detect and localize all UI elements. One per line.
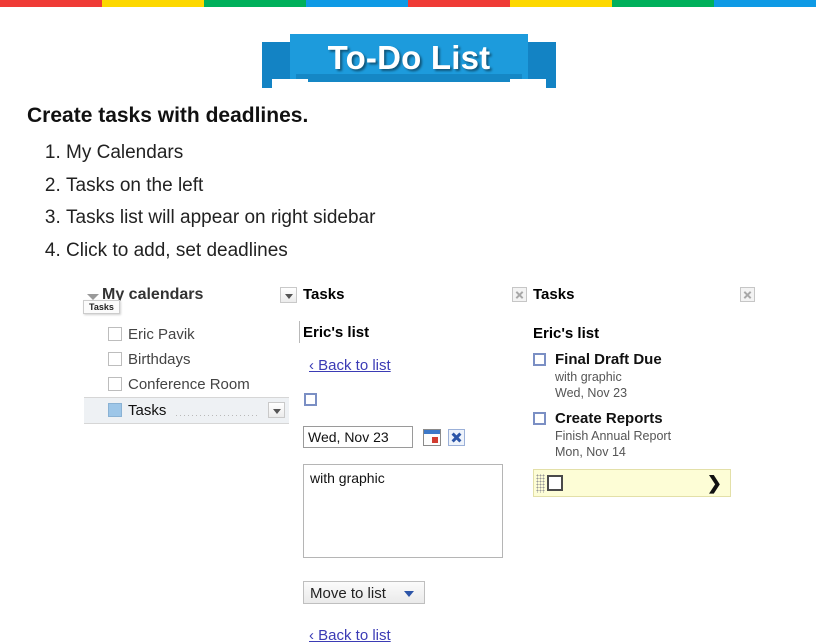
calendar-color-swatch[interactable] bbox=[108, 403, 122, 417]
calendar-name: Birthdays bbox=[128, 351, 191, 368]
task-note: Finish Annual Report bbox=[555, 428, 733, 444]
row-dotted-separator bbox=[176, 415, 259, 416]
new-task-checkbox[interactable] bbox=[547, 475, 563, 491]
back-to-list-link-bottom[interactable]: ‹ Back to list bbox=[309, 627, 505, 644]
move-to-list-button[interactable]: Move to list bbox=[303, 581, 425, 604]
task-row[interactable]: Final Draft Due with graphic Wed, Nov 23 bbox=[533, 351, 733, 401]
color-bar-segment bbox=[306, 0, 408, 7]
chevron-right-icon[interactable]: ❯ bbox=[707, 474, 722, 492]
list-item: Tasks list will appear on right sidebar bbox=[66, 202, 375, 235]
title-banner: To-Do List bbox=[262, 34, 556, 88]
color-bar-segment bbox=[714, 0, 816, 7]
calendar-name: Eric Pavik bbox=[128, 326, 195, 343]
color-bar-segment bbox=[204, 0, 306, 7]
task-list-title-text: Eric's list bbox=[303, 324, 369, 341]
task-list-title: Eric's list bbox=[533, 325, 733, 342]
decorative-color-bar bbox=[0, 0, 816, 7]
task-checkbox[interactable] bbox=[533, 353, 546, 366]
panel-title: Tasks bbox=[303, 286, 344, 303]
calendar-row-conference-room[interactable]: Conference Room bbox=[84, 372, 289, 397]
color-bar-segment bbox=[408, 0, 510, 7]
list-item: Tasks on the left bbox=[66, 170, 375, 203]
close-icon[interactable] bbox=[740, 287, 755, 302]
back-to-list-link-top[interactable]: ‹ Back to list bbox=[309, 357, 505, 374]
calendar-name: Tasks bbox=[128, 402, 166, 419]
page-title: To-Do List bbox=[290, 34, 528, 82]
triangle-down-icon bbox=[404, 591, 414, 597]
calendar-color-swatch[interactable] bbox=[108, 352, 122, 366]
my-calendars-options-button[interactable] bbox=[280, 287, 297, 303]
color-bar-segment bbox=[102, 0, 204, 7]
calendar-row-birthdays[interactable]: Birthdays bbox=[84, 347, 289, 372]
intro-heading: Create tasks with deadlines. bbox=[27, 104, 308, 128]
color-bar-segment bbox=[0, 0, 102, 7]
task-due-date-row bbox=[303, 426, 505, 448]
task-list-panel: Tasks Eric's list Final Draft Due with g… bbox=[533, 286, 733, 497]
calendar-color-swatch[interactable] bbox=[108, 377, 122, 391]
list-item: Click to add, set deadlines bbox=[66, 235, 375, 268]
calendar-name: Conference Room bbox=[128, 376, 250, 393]
ribbon-notch-left bbox=[272, 79, 308, 89]
calendar-color-swatch[interactable] bbox=[108, 327, 122, 341]
ribbon-notch-right bbox=[510, 79, 546, 89]
my-calendars-panel: My calendars Tasks Eric Pavik Birthdays … bbox=[84, 286, 289, 424]
task-list-header: Tasks bbox=[533, 286, 733, 306]
list-item: My Calendars bbox=[66, 137, 375, 170]
tasks-tooltip: Tasks bbox=[83, 300, 120, 314]
move-to-list-label: Move to list bbox=[310, 585, 386, 602]
due-date-input[interactable] bbox=[303, 426, 413, 448]
task-title: Final Draft Due bbox=[555, 351, 733, 369]
task-complete-checkbox[interactable] bbox=[304, 393, 317, 406]
task-checkbox[interactable] bbox=[533, 412, 546, 425]
calendar-options-button[interactable] bbox=[268, 402, 285, 418]
task-detail-panel: Tasks Eric's list ‹ Back to list Move to… bbox=[303, 286, 505, 644]
color-bar-segment bbox=[612, 0, 714, 7]
clear-date-icon[interactable] bbox=[448, 429, 465, 446]
new-task-row[interactable]: ❯ bbox=[533, 469, 731, 497]
task-note-textarea[interactable] bbox=[303, 464, 503, 558]
task-due-date: Wed, Nov 23 bbox=[555, 385, 733, 401]
calendar-row-tasks[interactable]: Tasks bbox=[84, 397, 289, 424]
panel-title: Tasks bbox=[533, 286, 574, 303]
steps-list: My Calendars Tasks on the left Tasks lis… bbox=[38, 137, 375, 267]
drag-handle-icon[interactable] bbox=[536, 474, 545, 493]
task-due-date: Mon, Nov 14 bbox=[555, 444, 733, 460]
task-detail-header: Tasks bbox=[303, 286, 505, 306]
task-row[interactable]: Create Reports Finish Annual Report Mon,… bbox=[533, 410, 733, 460]
color-bar-segment bbox=[510, 0, 612, 7]
calendar-picker-icon[interactable] bbox=[423, 429, 441, 446]
task-title: Create Reports bbox=[555, 410, 733, 428]
text-cursor bbox=[299, 321, 300, 343]
task-note: with graphic bbox=[555, 369, 733, 385]
task-list-title: Eric's list bbox=[303, 324, 505, 341]
calendar-row-eric-pavik[interactable]: Eric Pavik bbox=[84, 322, 289, 347]
close-icon[interactable] bbox=[512, 287, 527, 302]
my-calendars-header: My calendars Tasks bbox=[84, 286, 289, 306]
